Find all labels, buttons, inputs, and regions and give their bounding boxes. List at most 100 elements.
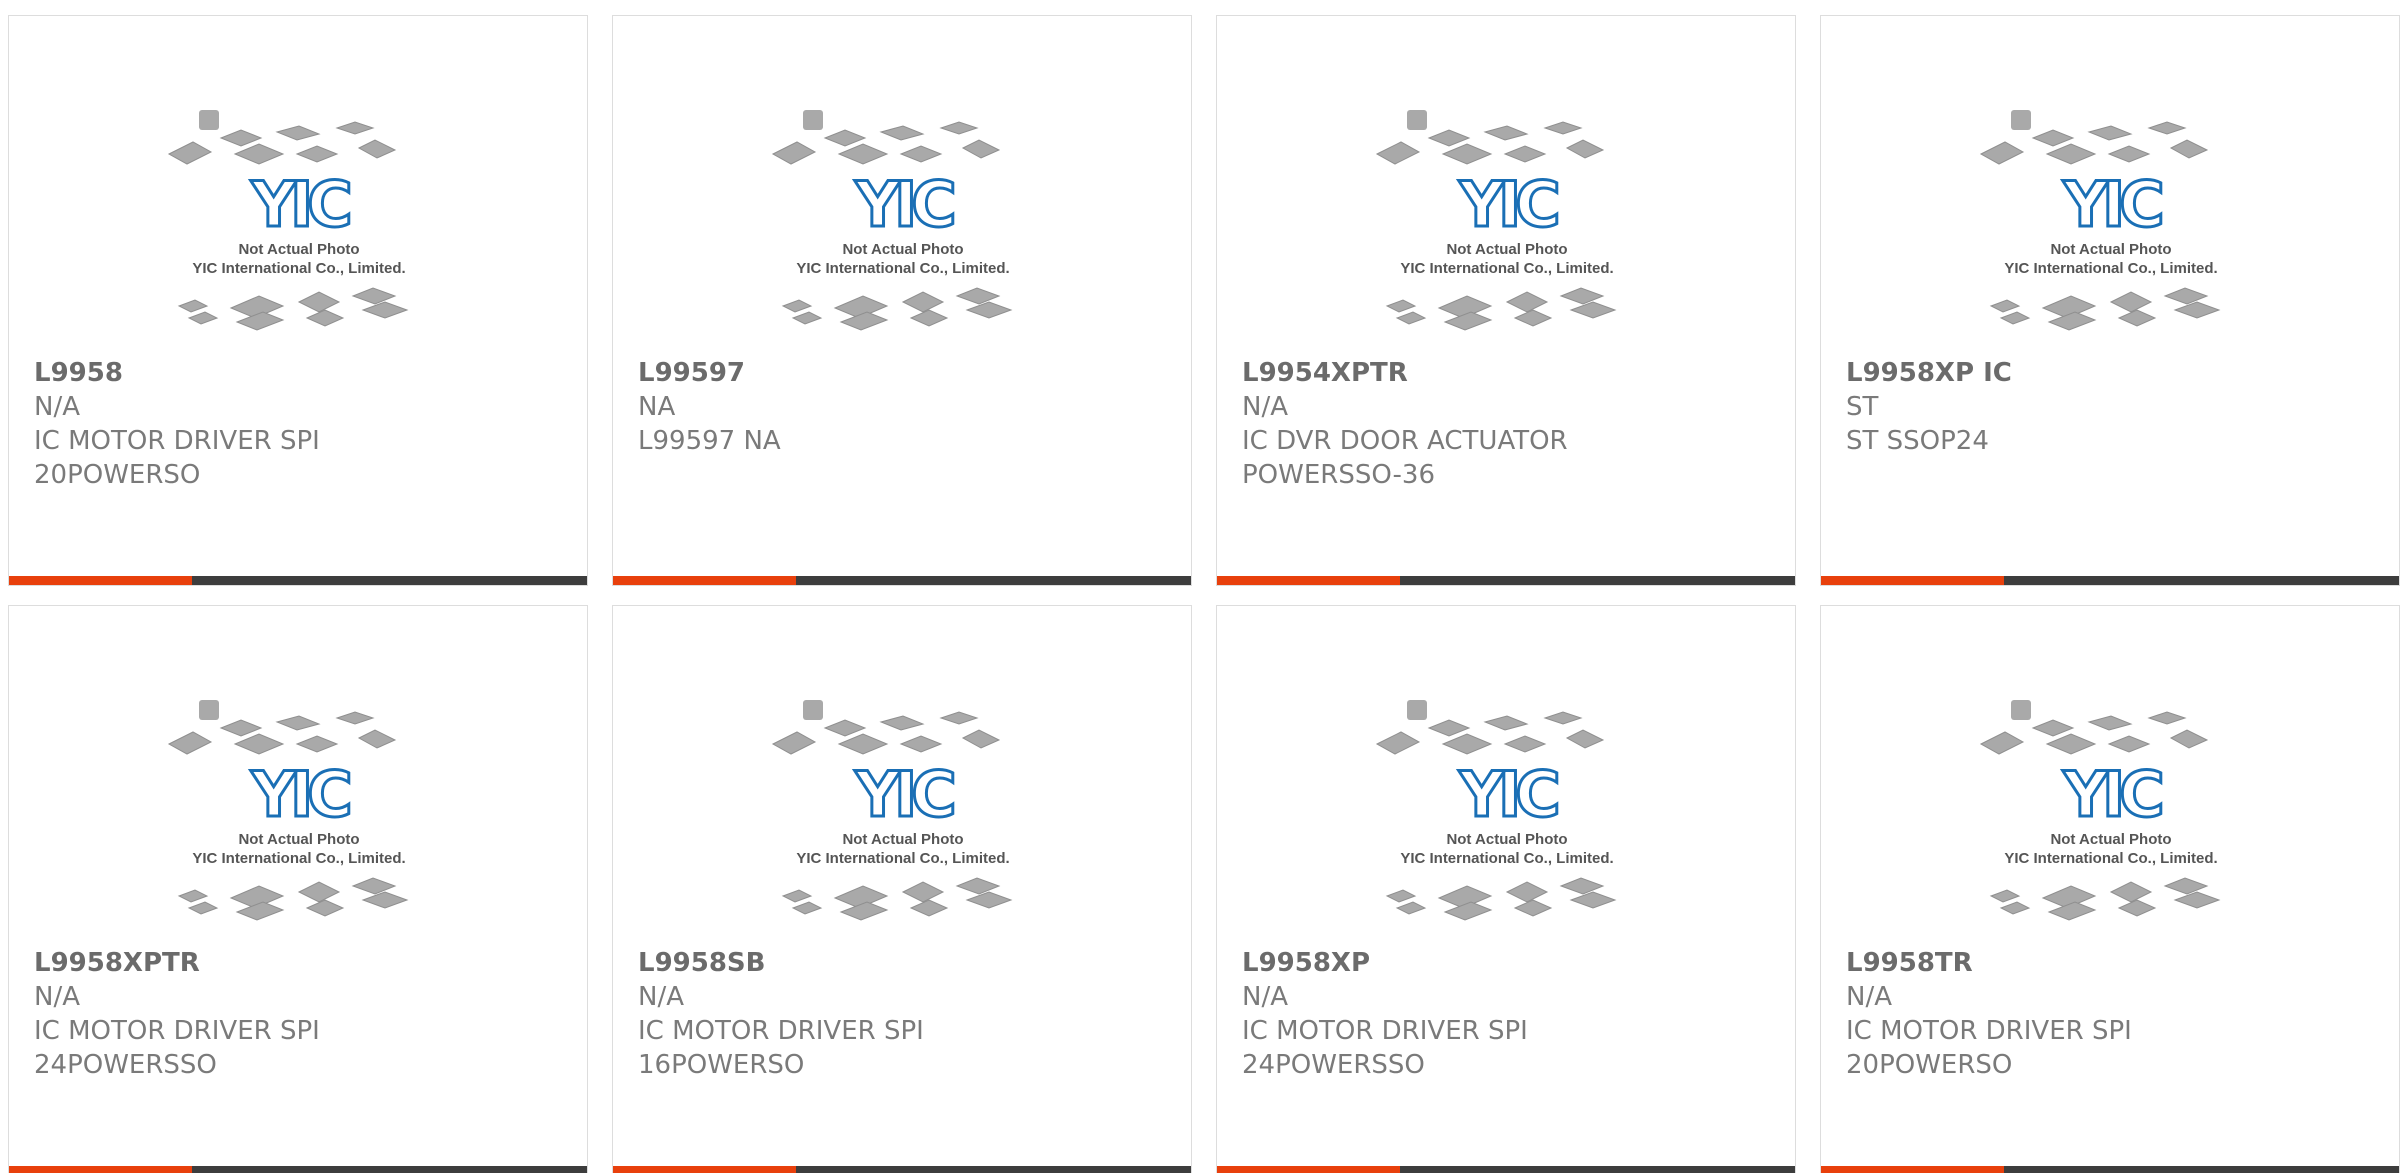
chip-icon: [1443, 311, 1493, 331]
chip-icon: [1989, 299, 2021, 313]
placeholder-caption-1: Not Actual Photo: [842, 241, 963, 258]
chip-icon: [1979, 731, 2025, 755]
not-actual-photo-graphic: YICNot Actual Photo YIC International Co.…: [771, 700, 1013, 921]
yic-logo: YIC: [250, 168, 349, 241]
description-line-1: IC MOTOR DRIVER SPI: [638, 1016, 924, 1046]
chip-icon: [305, 899, 345, 917]
description-line-2: 24POWERSSO: [1242, 1050, 1425, 1080]
product-card[interactable]: YIC Not Actual Photo YIC International Co.…: [1820, 15, 2400, 586]
product-card[interactable]: YIC Not Actual Photo YIC International Co.…: [1820, 605, 2400, 1173]
chip-icon: [2087, 125, 2133, 141]
product-card[interactable]: YIC Not Actual Photo YIC International Co.…: [8, 15, 588, 586]
chip-icon: [2169, 139, 2209, 159]
chip-icon: [235, 311, 285, 331]
chip-icon: [177, 299, 209, 313]
chip-icon: [351, 287, 397, 305]
product-placeholder-image: YIC Not Actual Photo YIC International Co.…: [1971, 686, 2251, 931]
product-info: L99597 NA L99597 NA: [638, 356, 1171, 458]
product-card[interactable]: YIC Not Actual Photo YIC International Co.…: [612, 605, 1192, 1173]
part-number[interactable]: L9958XP IC: [1846, 356, 2379, 390]
chip-icon: [1427, 719, 1471, 737]
chip-icon: [1989, 889, 2021, 903]
product-card[interactable]: YIC Not Actual Photo YIC International Co.…: [8, 605, 588, 1173]
chip-icon: [177, 889, 209, 903]
chip-icon: [1565, 729, 1605, 749]
chip-icon: [839, 901, 889, 921]
not-actual-photo-graphic: YICNot Actual Photo YIC International Co.…: [1979, 700, 2221, 921]
chip-icon: [1407, 110, 1427, 130]
chip-icon: [2045, 143, 2097, 165]
chip-icon: [1569, 301, 1617, 319]
chip-icon: [305, 309, 345, 327]
chip-icon: [1999, 311, 2031, 325]
chip-icon: [351, 877, 397, 895]
not-actual-photo-graphic: YICNot Actual Photo YIC International Co.…: [167, 700, 409, 921]
yic-logo: YIC: [250, 758, 349, 831]
chip-icon: [901, 881, 945, 903]
placeholder-caption-2: YIC International Co., Limited.: [1400, 850, 1613, 867]
chip-icon: [803, 700, 823, 720]
chip-icon: [167, 731, 213, 755]
chip-icon: [1375, 731, 1421, 755]
chip-icon: [187, 901, 219, 915]
placeholder-caption-1: Not Actual Photo: [2050, 831, 2171, 848]
chip-icon: [899, 145, 943, 163]
chip-icon: [2031, 129, 2075, 147]
product-placeholder-image: YIC Not Actual Photo YIC International Co.…: [159, 96, 439, 341]
part-number[interactable]: L99597: [638, 356, 1171, 390]
chip-icon: [2169, 729, 2209, 749]
chip-icon: [781, 299, 813, 313]
part-number[interactable]: L9958XP: [1242, 946, 1775, 980]
chip-icon: [235, 901, 285, 921]
yic-logo: YIC: [2062, 758, 2161, 831]
chip-icon: [1385, 299, 1417, 313]
card-accent-bar: [613, 576, 796, 585]
chip-icon: [361, 891, 409, 909]
part-number[interactable]: L9958: [34, 356, 567, 390]
chip-icon: [1543, 121, 1583, 135]
part-number[interactable]: L9954XPTR: [1242, 356, 1775, 390]
chip-icon: [1407, 700, 1427, 720]
chip-icon: [2173, 301, 2221, 319]
part-number[interactable]: L9958TR: [1846, 946, 2379, 980]
product-placeholder-image: YIC Not Actual Photo YIC International Co.…: [1367, 96, 1647, 341]
chip-icon: [961, 729, 1001, 749]
part-number[interactable]: L9958SB: [638, 946, 1171, 980]
card-bottom-bar: [613, 1166, 1191, 1173]
product-card[interactable]: YIC Not Actual Photo YIC International Co.…: [1216, 15, 1796, 586]
product-info: L9958XPTR N/A IC MOTOR DRIVER SPI 24POWE…: [34, 946, 567, 1082]
card-accent-bar: [1217, 576, 1400, 585]
chip-icon: [335, 711, 375, 725]
chip-icon: [275, 715, 321, 731]
chip-icon: [823, 719, 867, 737]
chip-icon: [2047, 901, 2097, 921]
chip-icon: [837, 143, 889, 165]
product-placeholder-image: YIC Not Actual Photo YIC International Co.…: [1367, 686, 1647, 931]
chip-icon: [1441, 143, 1493, 165]
chip-icon: [1999, 901, 2031, 915]
description-line-2: 20POWERSO: [1846, 1050, 2013, 1080]
chip-icon: [199, 700, 219, 720]
chip-icon: [771, 141, 817, 165]
product-card[interactable]: YIC Not Actual Photo YIC International Co.…: [1216, 605, 1796, 1173]
card-bottom-bar: [1217, 1166, 1795, 1173]
card-accent-bar: [9, 1166, 192, 1173]
chip-icon: [2087, 715, 2133, 731]
product-card[interactable]: YIC Not Actual Photo YIC International Co.…: [612, 15, 1192, 586]
chip-icon: [2031, 719, 2075, 737]
description-line-2: 16POWERSO: [638, 1050, 805, 1080]
chip-icon: [965, 301, 1013, 319]
not-actual-photo-graphic: YICNot Actual Photo YIC International Co.…: [167, 110, 409, 331]
chip-icon: [899, 735, 943, 753]
description-line-1: IC MOTOR DRIVER SPI: [34, 1016, 320, 1046]
chip-icon: [1559, 287, 1605, 305]
chip-icon: [1395, 311, 1427, 325]
chip-icon: [955, 287, 1001, 305]
chip-icon: [781, 889, 813, 903]
product-info: L9958TR N/A IC MOTOR DRIVER SPI 20POWERS…: [1846, 946, 2379, 1082]
chip-icon: [955, 877, 1001, 895]
manufacturer: N/A: [1242, 982, 1288, 1012]
chip-icon: [965, 891, 1013, 909]
part-number[interactable]: L9958XPTR: [34, 946, 567, 980]
chip-icon: [361, 301, 409, 319]
